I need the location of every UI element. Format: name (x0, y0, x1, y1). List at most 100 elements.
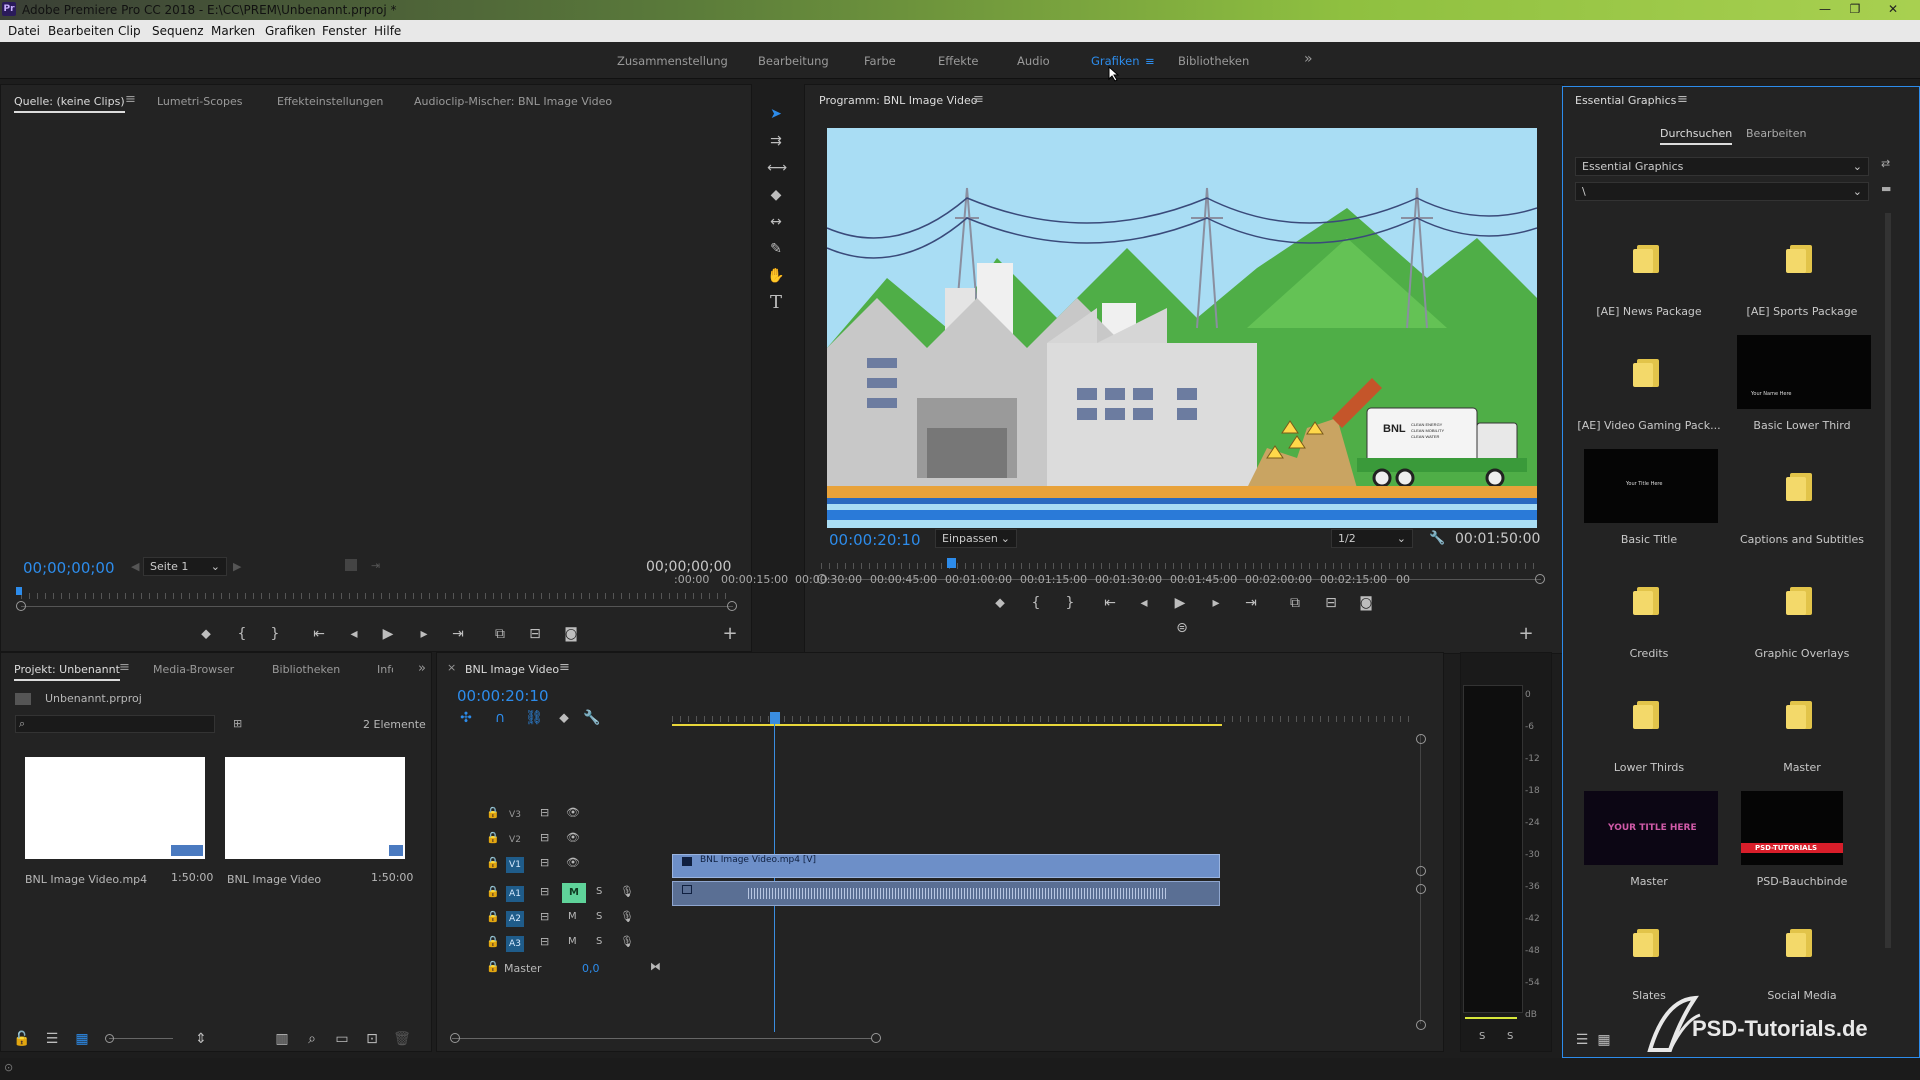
graphic-item[interactable]: Captions and Subtitles (1727, 443, 1877, 553)
workspace-bearbeitung[interactable]: Bearbeitung (758, 54, 829, 68)
track-label[interactable]: A2 (506, 911, 524, 927)
mark-in-icon[interactable]: { (1027, 594, 1045, 612)
project-item-name[interactable]: BNL Image Video.mp4 (25, 873, 147, 886)
new-bin-icon[interactable]: ▭ (333, 1030, 351, 1048)
scroll-handle[interactable] (1416, 884, 1426, 894)
add-button-icon[interactable]: + (721, 625, 739, 643)
linked-selection-icon[interactable]: ⛓ (525, 709, 543, 727)
graphic-item[interactable]: Credits (1574, 557, 1724, 667)
program-menu-icon[interactable]: ≡ (973, 92, 984, 107)
automate-icon[interactable]: ▥ (273, 1030, 291, 1048)
insert-icon[interactable]: ⧉ (491, 625, 509, 643)
scroll-handle[interactable] (1416, 866, 1426, 876)
project-item-name[interactable]: BNL Image Video (227, 873, 321, 886)
graphic-item[interactable]: PSD-TUTORIALS PSD-Bauchbinde (1727, 785, 1877, 895)
tab-info[interactable]: Info (377, 663, 393, 676)
timeline-vertical-scrollbar[interactable] (1420, 734, 1421, 1024)
icon-view-icon[interactable]: ▦ (1595, 1031, 1613, 1049)
page-dropdown[interactable]: Seite 1 ⌄ (143, 557, 227, 576)
camera-icon[interactable]: ◙ (562, 625, 580, 643)
workspace-farbe[interactable]: Farbe (864, 54, 896, 68)
vr-icon[interactable]: ⊜ (1173, 619, 1191, 637)
camera-icon[interactable]: ◙ (1357, 594, 1375, 612)
zoom-handle-right[interactable] (727, 601, 737, 611)
master-volume[interactable]: 0,0 (582, 962, 600, 975)
menu-grafiken[interactable]: Grafiken (265, 24, 316, 38)
solo-left-button[interactable]: S (1479, 1031, 1485, 1042)
scroll-handle[interactable] (871, 1033, 881, 1043)
menu-hilfe[interactable]: Hilfe (374, 24, 401, 38)
hand-tool-icon[interactable]: ✋ (767, 267, 785, 285)
microphone-icon[interactable]: 🎙 (620, 885, 634, 898)
nest-icon[interactable]: ✣ (457, 709, 475, 727)
graphic-item[interactable]: Lower Thirds (1574, 671, 1724, 781)
lift-icon[interactable]: ⧉ (1286, 594, 1304, 612)
workspace-effekte[interactable]: Effekte (938, 54, 979, 68)
browser-scrollbar[interactable] (1885, 213, 1891, 948)
mark-out-icon[interactable]: } (266, 625, 284, 643)
menu-clip[interactable]: Clip (118, 24, 141, 38)
workspace-zusammenstellung[interactable]: Zusammenstellung (617, 54, 728, 68)
graphic-item[interactable]: YOUR TITLE HERE Master (1574, 785, 1724, 895)
program-title[interactable]: Programm: BNL Image Video (819, 94, 978, 107)
project-tab-menu-icon[interactable]: ≡ (119, 660, 130, 675)
project-item-thumb[interactable] (225, 757, 405, 859)
sync-lock-icon[interactable]: ⊟ (540, 856, 549, 869)
timeline-horizontal-scrollbar[interactable] (452, 1038, 872, 1039)
timeline-settings-icon[interactable]: 🔧 (583, 709, 601, 727)
track-label[interactable]: A3 (506, 936, 524, 952)
menu-marken[interactable]: Marken (211, 24, 255, 38)
lock-icon[interactable]: 🔒 (486, 806, 500, 819)
project-search-input[interactable] (15, 715, 215, 733)
essential-graphics-menu-icon[interactable]: ≡ (1677, 92, 1688, 107)
play-icon[interactable]: ▶ (379, 625, 397, 643)
eye-icon[interactable]: 👁 (566, 856, 580, 869)
prev-page-icon[interactable]: ◀ (131, 560, 139, 573)
trash-icon[interactable]: 🗑 (393, 1030, 411, 1048)
go-to-end-icon[interactable]: ⧓ (650, 960, 661, 973)
eye-icon[interactable]: 👁 (566, 831, 580, 844)
resolution-dropdown[interactable]: 1/2 ⌄ (1331, 529, 1413, 548)
thumb-size-slider[interactable] (109, 1038, 173, 1039)
scroll-handle[interactable] (1416, 1020, 1426, 1030)
lock-icon[interactable]: 🔒 (486, 831, 500, 844)
add-button-icon[interactable]: + (1517, 625, 1535, 643)
workspace-menu-icon[interactable]: ≡ (1145, 54, 1155, 68)
minimize-button[interactable]: — (1812, 1, 1838, 17)
graphic-item[interactable]: Graphic Overlays (1727, 557, 1877, 667)
go-to-out-icon[interactable]: ⇥ (1242, 594, 1260, 612)
essential-graphics-title[interactable]: Essential Graphics (1575, 94, 1676, 107)
tab-project[interactable]: Projekt: Unbenannt (14, 663, 120, 681)
scroll-handle[interactable] (1416, 734, 1426, 744)
timeline-playhead-handle[interactable] (770, 712, 780, 724)
project-item-thumb[interactable] (25, 757, 205, 859)
program-playhead[interactable] (947, 558, 956, 568)
track-select-tool-icon[interactable]: ⇉ (767, 132, 785, 150)
zoom-handle-right[interactable] (1535, 574, 1545, 584)
wrench-icon[interactable]: 🔧 (1429, 531, 1445, 546)
folder-icon[interactable]: ▬ (1881, 182, 1891, 195)
go-to-in-icon[interactable]: ⇤ (310, 625, 328, 643)
drop-frame-icon[interactable] (345, 559, 357, 571)
overwrite-icon[interactable]: ⊟ (526, 625, 544, 643)
add-marker-icon[interactable]: ⬥ (991, 594, 1009, 612)
source-zoom-bar[interactable] (21, 606, 733, 607)
path-dropdown[interactable]: \ ⌄ (1575, 182, 1869, 201)
step-back-icon[interactable]: ◂ (1135, 594, 1153, 612)
program-timecode[interactable]: 00:00:20:10 (829, 531, 921, 549)
step-back-icon[interactable]: ◂ (345, 625, 363, 643)
workspace-bibliotheken[interactable]: Bibliotheken (1178, 54, 1249, 68)
track-label[interactable]: V2 (506, 832, 524, 848)
eye-icon[interactable]: 👁 (566, 806, 580, 819)
tab-effect-settings[interactable]: Effekteinstellungen (277, 95, 383, 108)
play-icon[interactable]: ▶ (1171, 594, 1189, 612)
mark-in-icon[interactable]: { (233, 625, 251, 643)
graphic-item[interactable]: Your Title Here Basic Title (1574, 443, 1724, 553)
tab-bearbeiten[interactable]: Bearbeiten (1746, 127, 1806, 140)
track-label[interactable]: V3 (506, 807, 524, 823)
workspaces-overflow-icon[interactable]: » (1304, 51, 1313, 67)
new-item-icon[interactable]: ⊡ (363, 1030, 381, 1048)
timeline-timecode[interactable]: 00:00:20:10 (457, 687, 549, 705)
workspace-audio[interactable]: Audio (1017, 54, 1050, 68)
close-sequence-icon[interactable]: × (447, 661, 456, 674)
